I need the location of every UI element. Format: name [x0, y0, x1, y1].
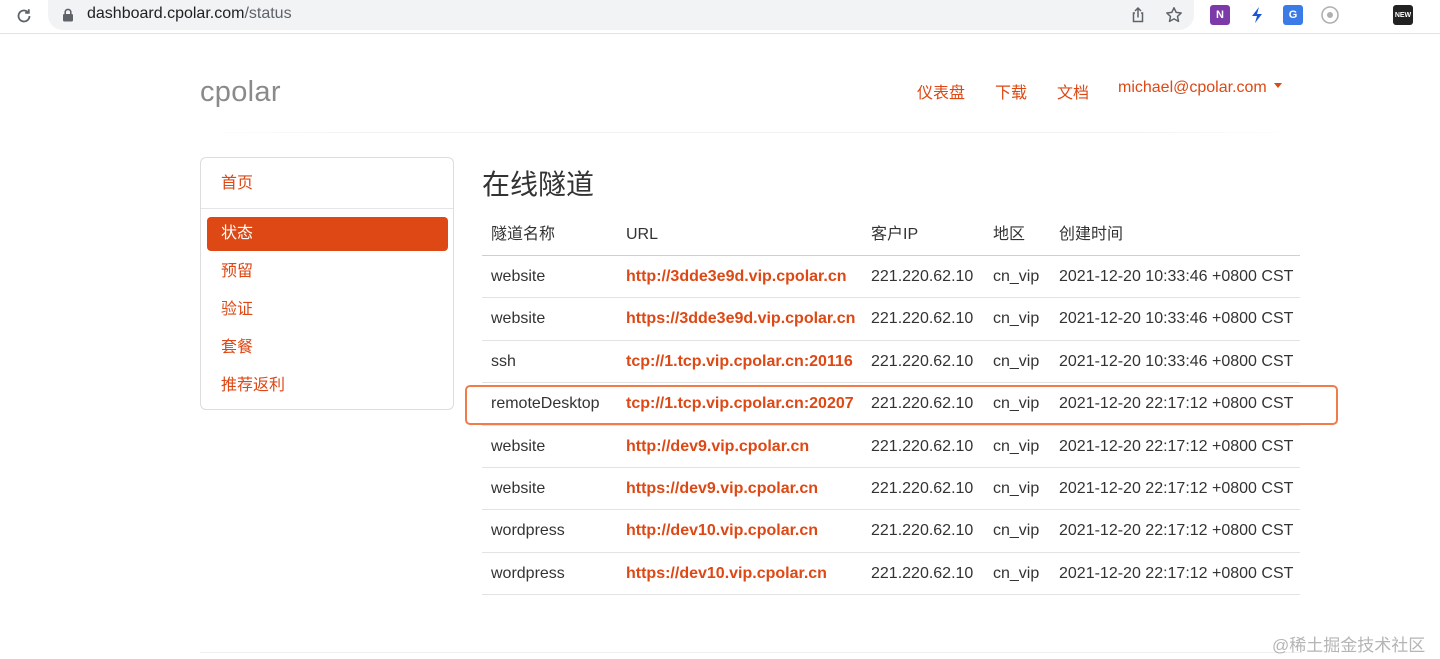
- sidebar-item-status[interactable]: 状态: [207, 217, 448, 251]
- created-time: 2021-12-20 22:17:12 +0800 CST: [1059, 522, 1294, 540]
- table-row: website http://3dde3e9d.vip.cpolar.cn 221.…: [482, 256, 1300, 299]
- client-ip: 221.220.62.10: [871, 479, 974, 497]
- tunnel-table: 隧道名称 URL 客户IP 地区 创建时间 website http://3dde…: [482, 214, 1300, 596]
- tunnel-name: website: [491, 479, 546, 497]
- brand-logo[interactable]: cpolar: [200, 76, 281, 109]
- tunnel-name: website: [491, 268, 546, 285]
- tunnel-url-link[interactable]: https://dev9.vip.cpolar.cn: [626, 468, 818, 510]
- table-row: wordpress https://dev10.vip.cpolar.cn 221.…: [482, 553, 1300, 596]
- table-row: website http://dev9.vip.cpolar.cn 221.220.…: [482, 426, 1300, 468]
- client-ip: 221.220.62.10: [871, 310, 974, 328]
- tunnel-name: wordpress: [491, 564, 565, 582]
- url-path: /status: [244, 5, 292, 22]
- tunnel-url-link[interactable]: http://3dde3e9d.vip.cpolar.cn: [626, 256, 847, 298]
- client-ip: 221.220.62.10: [871, 564, 974, 582]
- table-row: wordpress http://dev10.vip.cpolar.cn 221.2…: [482, 510, 1300, 553]
- created-time: 2021-12-20 10:33:46 +0800 CST: [1059, 352, 1294, 370]
- table-row: remoteDesktop tcp://1.tcp.vip.cpolar.cn:2…: [482, 383, 1300, 426]
- region: cn_vip: [993, 522, 1040, 540]
- reload-icon[interactable]: [12, 4, 36, 28]
- client-ip: 221.220.62.10: [871, 395, 974, 413]
- tunnel-url-link[interactable]: tcp://1.tcp.vip.cpolar.cn:20207: [626, 383, 854, 425]
- tunnel-url-link[interactable]: https://3dde3e9d.vip.cpolar.cn: [626, 298, 855, 340]
- table-row: website https://dev9.vip.cpolar.cn 221.220…: [482, 468, 1300, 511]
- url-host: dashboard.cpolar.com: [87, 5, 245, 22]
- lock-icon: [62, 8, 74, 27]
- region: cn_vip: [993, 437, 1040, 455]
- tunnel-name: wordpress: [491, 522, 565, 540]
- sidebar: 首页 状态 预留 验证 套餐 推荐返利: [200, 157, 454, 410]
- nav-download[interactable]: 下载: [995, 79, 1027, 103]
- sidebar-item-reserved[interactable]: 预留: [207, 255, 448, 289]
- watermark: @稀土掘金技术社区: [1272, 636, 1426, 655]
- sidebar-item-auth[interactable]: 验证: [207, 293, 448, 327]
- account-email: michael@cpolar.com: [1118, 79, 1267, 96]
- created-time: 2021-12-20 10:33:46 +0800 CST: [1059, 310, 1294, 328]
- bookmark-star-icon[interactable]: [1164, 5, 1184, 25]
- created-time: 2021-12-20 22:17:12 +0800 CST: [1059, 437, 1294, 455]
- table-row: ssh tcp://1.tcp.vip.cpolar.cn:20116 221.22…: [482, 341, 1300, 384]
- region: cn_vip: [993, 352, 1040, 370]
- created-time: 2021-12-20 22:17:12 +0800 CST: [1059, 564, 1294, 582]
- tunnel-name: ssh: [491, 352, 516, 370]
- tunnel-url-link[interactable]: tcp://1.tcp.vip.cpolar.cn:20116: [626, 341, 853, 383]
- sidebar-item-referral[interactable]: 推荐返利: [207, 369, 448, 403]
- column-header-name: 隧道名称: [491, 226, 556, 243]
- client-ip: 221.220.62.10: [871, 352, 974, 370]
- share-icon[interactable]: [1128, 5, 1148, 25]
- region: cn_vip: [993, 395, 1040, 413]
- created-time: 2021-12-20 10:33:46 +0800 CST: [1059, 268, 1294, 285]
- column-header-created: 创建时间: [1059, 226, 1124, 243]
- created-time: 2021-12-20 22:17:12 +0800 CST: [1059, 395, 1294, 413]
- sidebar-divider: [201, 208, 453, 209]
- region: cn_vip: [993, 479, 1040, 497]
- tunnel-url-link[interactable]: https://dev10.vip.cpolar.cn: [626, 553, 827, 595]
- region: cn_vip: [993, 564, 1040, 582]
- sidebar-item-plans[interactable]: 套餐: [207, 331, 448, 365]
- client-ip: 221.220.62.10: [871, 268, 974, 285]
- translate-icon[interactable]: G: [1283, 5, 1303, 25]
- column-header-ip: 客户IP: [871, 226, 919, 243]
- column-header-region: 地区: [993, 226, 1026, 243]
- bolt-icon[interactable]: [1247, 5, 1267, 25]
- onenote-icon[interactable]: N: [1210, 5, 1230, 25]
- created-time: 2021-12-20 22:17:12 +0800 CST: [1059, 479, 1294, 497]
- region: cn_vip: [993, 268, 1040, 285]
- tunnel-url-link[interactable]: http://dev10.vip.cpolar.cn: [626, 510, 818, 552]
- account-menu[interactable]: michael@cpolar.com: [1118, 79, 1282, 97]
- sidebar-item-home[interactable]: 首页: [207, 167, 448, 201]
- page-title: 在线隧道: [482, 169, 595, 200]
- client-ip: 221.220.62.10: [871, 437, 974, 455]
- caret-down-icon: [1273, 83, 1282, 89]
- table-header-row: 隧道名称 URL 客户IP 地区 创建时间: [482, 214, 1300, 256]
- tunnel-name: website: [491, 437, 546, 455]
- extension-icon[interactable]: [1320, 5, 1340, 25]
- tunnel-url-link[interactable]: http://dev9.vip.cpolar.cn: [626, 426, 809, 468]
- region: cn_vip: [993, 310, 1040, 328]
- tunnel-name: website: [491, 310, 546, 328]
- header-divider: [200, 132, 1300, 133]
- column-header-url: URL: [626, 226, 659, 243]
- tunnel-name: remoteDesktop: [491, 395, 600, 413]
- footer-divider: [200, 652, 1300, 653]
- nav-docs[interactable]: 文档: [1057, 79, 1089, 103]
- address-text: dashboard.cpolar.com/status: [87, 5, 292, 23]
- news-icon[interactable]: NEW: [1393, 5, 1413, 25]
- browser-toolbar: dashboard.cpolar.com/status N G NEW: [0, 0, 1440, 34]
- table-row: website https://3dde3e9d.vip.cpolar.cn 221…: [482, 298, 1300, 341]
- address-bar[interactable]: dashboard.cpolar.com/status: [48, 0, 1194, 30]
- nav-dashboard[interactable]: 仪表盘: [917, 79, 965, 103]
- client-ip: 221.220.62.10: [871, 522, 974, 540]
